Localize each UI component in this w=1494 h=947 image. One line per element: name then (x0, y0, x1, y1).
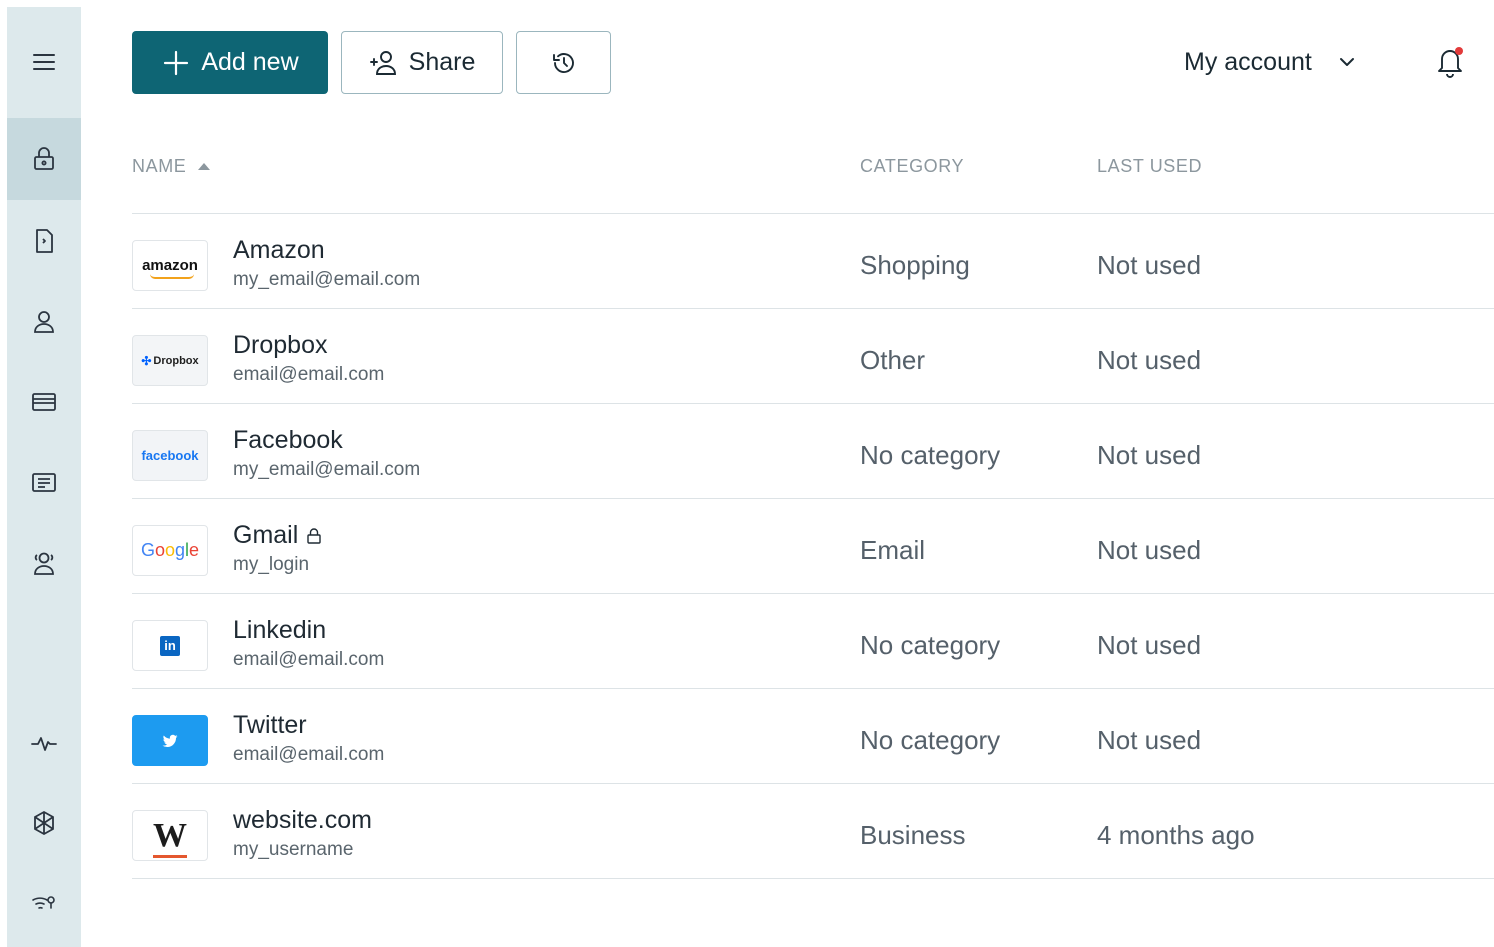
contacts-icon (34, 552, 54, 575)
divider (132, 878, 1494, 879)
dropbox-icon: ✣ (141, 353, 152, 368)
dropbox-logo: ✣ Dropbox (132, 335, 208, 386)
person-icon (34, 311, 54, 333)
column-header-name[interactable]: NAME (132, 156, 211, 177)
item-login: my_email@email.com (233, 269, 421, 290)
sidebar-item-personal-info[interactable] (7, 281, 81, 363)
menu-button[interactable] (7, 21, 81, 103)
plus-icon (161, 48, 191, 78)
share-button[interactable]: Share (341, 31, 503, 94)
id-card-icon (32, 473, 56, 492)
google-wordmark: Google (140, 540, 200, 560)
item-category: No category (860, 725, 1001, 755)
item-login: email@email.com (233, 364, 385, 385)
share-user-icon (369, 48, 399, 78)
item-name: Amazon (233, 236, 325, 264)
table-row[interactable]: Twitter email@email.com No category Not … (132, 689, 1494, 784)
amazon-logo: amazon (132, 240, 208, 291)
item-category: No category (860, 440, 1001, 470)
item-login: email@email.com (233, 744, 385, 765)
sidebar-item-tools[interactable] (7, 782, 81, 864)
document-icon (36, 229, 53, 253)
item-login: my_username (233, 839, 354, 860)
wifi-key-icon (32, 896, 55, 909)
table-row[interactable]: W website.com my_username Business 4 mon… (132, 784, 1494, 879)
item-name-wrap: Gmail (233, 521, 322, 550)
item-name: Facebook (233, 426, 343, 454)
item-last-used: 4 months ago (1097, 820, 1255, 850)
add-new-label: Add new (201, 48, 299, 76)
item-login: email@email.com (233, 649, 385, 670)
item-login: my_login (233, 554, 310, 575)
item-name: Dropbox (233, 331, 328, 359)
notification-dot (1455, 47, 1463, 55)
table-row[interactable]: facebook Facebook my_email@email.com No … (132, 404, 1494, 499)
sidebar (7, 7, 81, 947)
twitter-bird-icon (162, 734, 178, 747)
item-name: Gmail (233, 521, 299, 549)
table-row[interactable]: in Linkedin email@email.com No category … (132, 594, 1494, 689)
table-row[interactable]: ✣ Dropbox Dropbox email@email.com Other N… (132, 309, 1494, 404)
column-header-category[interactable]: CATEGORY (860, 156, 964, 177)
my-account-label: My account (1184, 47, 1312, 76)
share-label: Share (408, 48, 476, 76)
card-icon (32, 393, 56, 411)
table-row[interactable]: amazon Amazon my_email@email.com Shoppin… (132, 214, 1494, 309)
sidebar-item-health[interactable] (7, 702, 81, 784)
sidebar-item-sharing-center[interactable] (7, 523, 81, 605)
facebook-logo: facebook (132, 430, 208, 481)
item-last-used: Not used (1097, 440, 1202, 470)
column-header-last-used[interactable]: LAST USED (1097, 156, 1202, 177)
history-button[interactable] (516, 31, 611, 94)
item-last-used: Not used (1097, 250, 1202, 280)
my-account-menu[interactable]: My account (1184, 44, 1358, 80)
item-category: Shopping (860, 250, 970, 280)
item-category: Email (860, 535, 926, 565)
google-logo: Google (132, 525, 208, 576)
item-category: No category (860, 630, 1001, 660)
item-last-used: Not used (1097, 725, 1202, 755)
website-logo: W (132, 810, 208, 861)
sort-ascending-icon (198, 163, 211, 170)
item-last-used: Not used (1097, 535, 1202, 565)
lock-icon (34, 147, 54, 170)
lock-icon (306, 527, 322, 545)
item-name: Twitter (233, 711, 307, 739)
snowflake-icon (34, 810, 54, 836)
sidebar-item-wifi[interactable] (7, 862, 81, 944)
item-category: Business (860, 820, 966, 850)
linkedin-logo: in (132, 620, 208, 671)
item-login: my_email@email.com (233, 459, 421, 480)
table-row[interactable]: Google Gmail my_login Email Not used (132, 499, 1494, 594)
add-new-button[interactable]: Add new (132, 31, 328, 94)
history-icon (552, 52, 574, 73)
sidebar-item-ids[interactable] (7, 441, 81, 523)
item-category: Other (860, 345, 926, 375)
sidebar-item-payments[interactable] (7, 361, 81, 443)
item-last-used: Not used (1097, 345, 1202, 375)
twitter-logo (132, 715, 208, 766)
item-last-used: Not used (1097, 630, 1202, 660)
activity-icon (31, 737, 57, 751)
notifications-button[interactable] (1434, 44, 1466, 78)
menu-icon (33, 54, 55, 70)
chevron-down-icon (1336, 51, 1358, 73)
item-name: Linkedin (233, 616, 327, 644)
sidebar-item-passwords[interactable] (7, 118, 81, 200)
sidebar-item-notes[interactable] (7, 200, 81, 282)
item-name: website.com (233, 806, 372, 834)
